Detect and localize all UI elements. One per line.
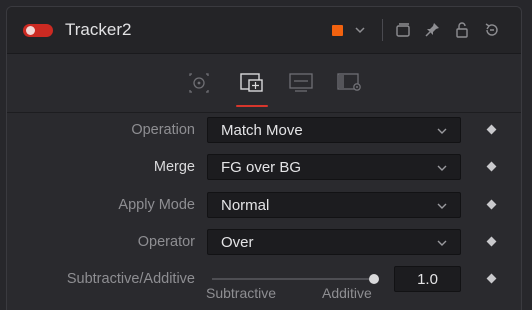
slider-thumb[interactable] (369, 274, 379, 284)
apply-mode-label: Apply Mode (118, 197, 195, 213)
chevron-down-icon (437, 128, 447, 134)
tab-operation[interactable] (235, 66, 269, 100)
pin-icon[interactable] (421, 19, 443, 41)
active-tab-indicator (236, 105, 268, 107)
keyframe-diamond-icon[interactable] (486, 236, 497, 247)
toggle-knob (26, 26, 35, 35)
inspector-panel: Tracker2 Operation Match Move Merge FG o… (6, 6, 522, 310)
operation-row: Operation Match Move (7, 117, 521, 143)
operation-value: Match Move (221, 122, 303, 139)
keyframe-diamond-icon[interactable] (486, 124, 497, 135)
chevron-down-icon (437, 165, 447, 171)
tab-settings[interactable] (332, 66, 366, 100)
operator-value: Over (221, 234, 254, 251)
inspector-tabs (7, 54, 521, 114)
operation-icon (240, 73, 263, 92)
subtractive-additive-label: Subtractive/Additive (66, 271, 195, 287)
keyframe-diamond-icon[interactable] (486, 273, 497, 284)
apply-mode-value: Normal (221, 197, 270, 214)
tab-controls[interactable] (182, 66, 216, 100)
chevron-down-icon (437, 203, 447, 209)
header-divider (382, 19, 383, 41)
merge-value: FG over BG (221, 159, 302, 176)
tab-display[interactable] (284, 66, 318, 100)
subtractive-additive-input[interactable]: 1.0 (394, 266, 461, 292)
node-enable-toggle[interactable] (23, 24, 53, 37)
tabs-divider (7, 112, 521, 113)
apply-mode-row: Apply Mode Normal (7, 192, 521, 218)
reset-icon[interactable] (481, 19, 503, 41)
lock-icon[interactable] (451, 19, 473, 41)
operator-dropdown[interactable]: Over (207, 229, 461, 255)
keyframe-diamond-icon[interactable] (486, 199, 497, 210)
apply-mode-dropdown[interactable]: Normal (207, 192, 461, 218)
merge-label: Merge (153, 159, 195, 175)
merge-dropdown[interactable]: FG over BG (207, 154, 461, 180)
node-color-swatch[interactable] (332, 25, 343, 36)
display-icon (289, 73, 313, 92)
operator-row: Operator Over (7, 229, 521, 255)
subtractive-additive-value: 1.0 (417, 271, 438, 288)
settings-icon (337, 73, 361, 91)
operation-dropdown[interactable]: Match Move (207, 117, 461, 143)
merge-row: Merge FG over BG (7, 154, 521, 180)
chevron-down-icon[interactable] (349, 19, 371, 41)
node-header: Tracker2 (7, 7, 521, 54)
keyframe-diamond-icon[interactable] (486, 161, 497, 172)
controls-icon (189, 73, 209, 93)
slider-max-label: Additive (322, 285, 372, 301)
node-title: Tracker2 (65, 20, 132, 39)
operator-label: Operator (137, 234, 195, 250)
operation-label: Operation (131, 122, 195, 138)
slider-min-label: Subtractive (206, 285, 277, 301)
version-icon[interactable] (392, 19, 414, 41)
slider-track[interactable] (212, 278, 374, 280)
chevron-down-icon (437, 240, 447, 246)
